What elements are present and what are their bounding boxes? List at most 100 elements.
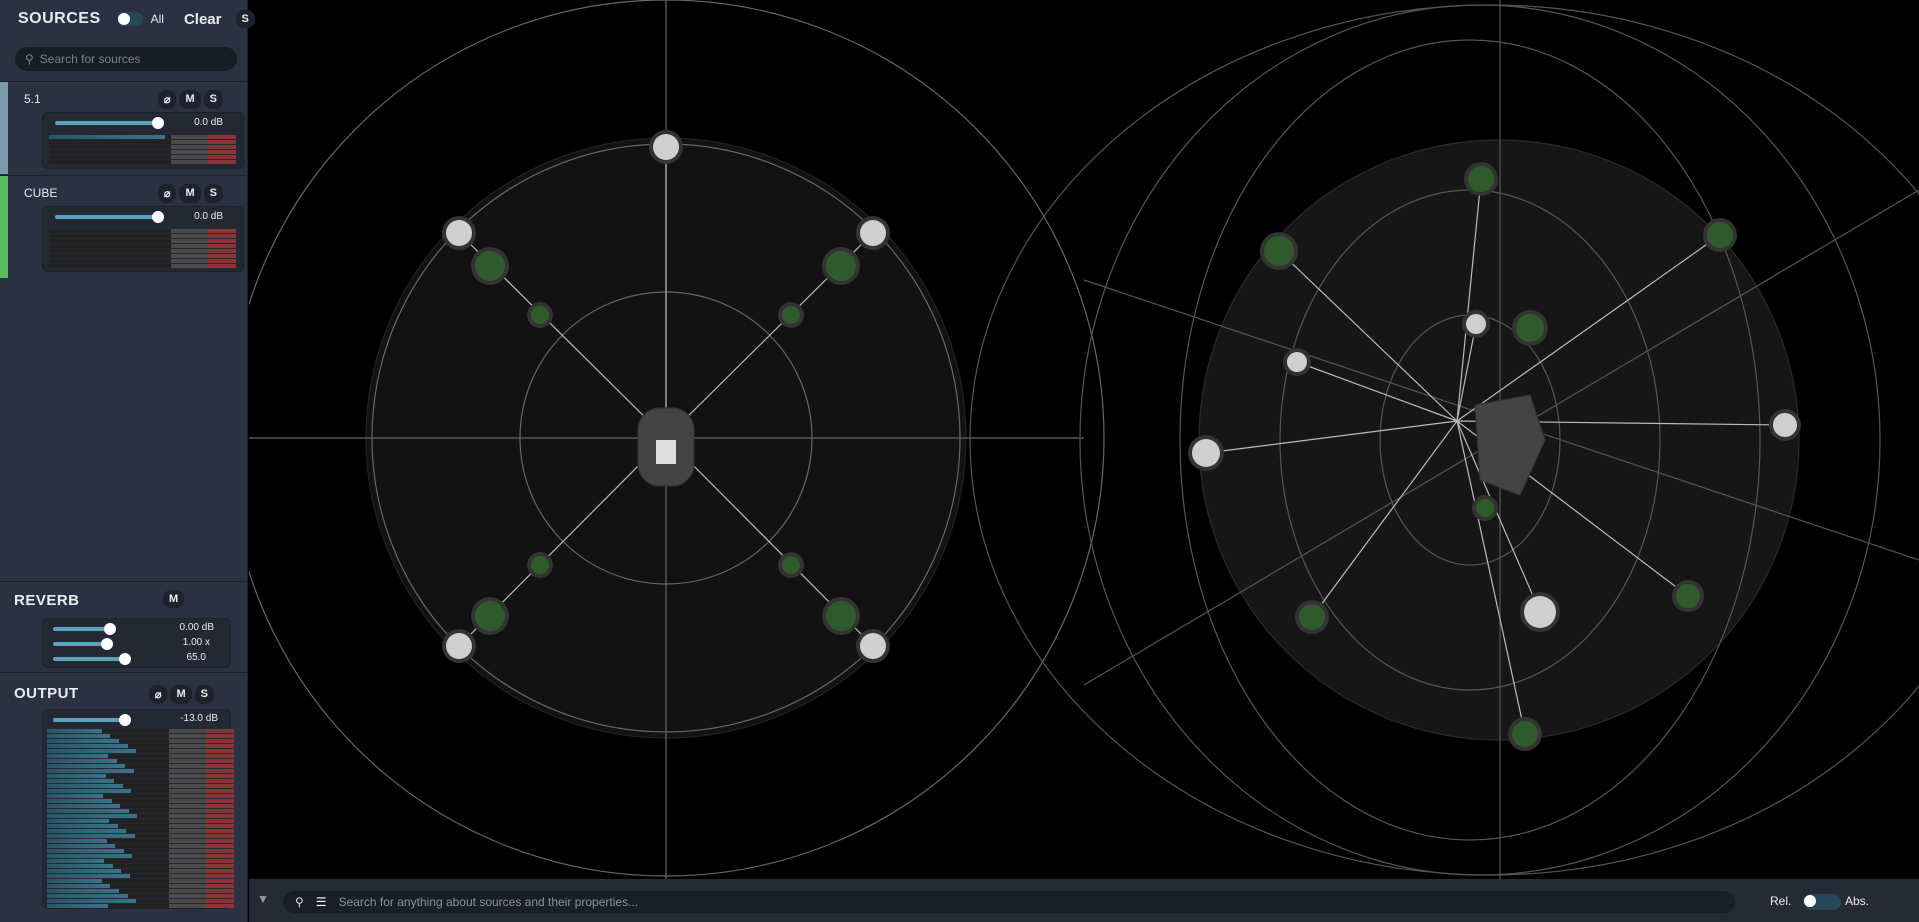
source-controls: 0.0 dB <box>42 112 244 169</box>
reverb-section: REVERB M 0.00 dB 1.00 x 65.0 <box>0 581 248 671</box>
source-item-5-1[interactable]: 5.1 ⌀ M S 0.0 dB <box>0 81 248 174</box>
speaker-5-1[interactable] <box>446 633 472 659</box>
gain-slider[interactable] <box>55 117 164 129</box>
gain-slider[interactable] <box>55 211 164 223</box>
speaker-5-1[interactable] <box>446 220 472 246</box>
solo-button[interactable]: S <box>203 90 223 109</box>
speaker-cube[interactable] <box>782 556 800 574</box>
meter-row <box>47 874 234 878</box>
global-search-placeholder: Search for anything about sources and th… <box>338 895 639 909</box>
menu-icon[interactable]: ☰ <box>316 895 327 909</box>
listener-face <box>656 440 676 464</box>
meter-row <box>47 899 234 903</box>
meter-row <box>47 749 234 753</box>
reverb-param-slider[interactable] <box>53 653 131 665</box>
slider-handle[interactable] <box>119 714 131 726</box>
meter-row <box>47 819 234 823</box>
speaker-cube[interactable] <box>1468 166 1494 192</box>
output-phase-button[interactable]: ⌀ <box>148 685 168 704</box>
sidebar: SOURCES All Clear S ⚲ Search for sources… <box>0 0 255 922</box>
meter-row <box>47 869 234 873</box>
output-mute-button[interactable]: M <box>170 685 192 704</box>
reverb-time-slider[interactable] <box>53 638 113 650</box>
meter-row <box>47 894 234 898</box>
slider-handle[interactable] <box>152 117 164 129</box>
speaker-5-1[interactable] <box>1524 596 1556 628</box>
source-item-cube[interactable]: CUBE ⌀ M S 0.0 dB <box>0 175 248 278</box>
meter-row <box>49 239 236 243</box>
mute-button[interactable]: M <box>179 184 201 203</box>
speaker-5-1[interactable] <box>1773 413 1797 437</box>
meter-row <box>47 784 234 788</box>
speaker-cube[interactable] <box>1676 584 1700 608</box>
rel-abs-toggle[interactable] <box>1803 894 1841 910</box>
meter-row <box>47 884 234 888</box>
meter-row <box>49 254 236 258</box>
reverb-mute-button[interactable]: M <box>163 590 185 608</box>
output-gain-value: -13.0 dB <box>180 713 218 724</box>
global-search-input[interactable]: ⚲ ☰ Search for anything about sources an… <box>283 891 1735 913</box>
output-solo-button[interactable]: S <box>194 685 214 704</box>
source-controls: 0.0 dB <box>42 206 244 272</box>
all-toggle[interactable] <box>116 12 143 26</box>
speaker-cube[interactable] <box>1299 604 1325 630</box>
rel-label: Rel. <box>1770 894 1792 908</box>
output-level-meter <box>47 729 234 908</box>
meter-row <box>49 249 236 253</box>
speaker-5-1[interactable] <box>653 134 679 160</box>
slider-handle[interactable] <box>101 638 113 650</box>
sources-header: SOURCES All Clear S <box>18 10 255 28</box>
meter-row <box>47 794 234 798</box>
search-icon: ⚲ <box>295 895 304 909</box>
slider-handle[interactable] <box>152 211 164 223</box>
speaker-cube[interactable] <box>1707 222 1733 248</box>
speaker-cube[interactable] <box>1264 236 1294 266</box>
speaker-cube[interactable] <box>1476 499 1494 517</box>
meter-row <box>47 864 234 868</box>
speaker-cube[interactable] <box>475 251 505 281</box>
speaker-cube[interactable] <box>1516 314 1544 342</box>
speaker-cube[interactable] <box>1512 721 1538 747</box>
meter-row <box>47 759 234 763</box>
meter-row <box>47 809 234 813</box>
clear-button[interactable]: Clear <box>184 11 222 28</box>
speaker-cube[interactable] <box>826 251 856 281</box>
meter-row <box>47 804 234 808</box>
meter-row <box>47 844 234 848</box>
meter-row <box>49 160 236 164</box>
speaker-5-1[interactable] <box>860 220 886 246</box>
search-icon: ⚲ <box>25 52 34 66</box>
meter-row <box>49 264 236 268</box>
output-gain-slider[interactable] <box>53 714 131 726</box>
meter-row <box>49 244 236 248</box>
meter-row <box>47 849 234 853</box>
speaker-cube[interactable] <box>475 601 505 631</box>
speaker-5-1[interactable] <box>1192 439 1220 467</box>
slider-handle[interactable] <box>119 653 131 665</box>
speaker-5-1[interactable] <box>1287 352 1307 372</box>
meter-row <box>49 155 236 159</box>
speaker-cube[interactable] <box>826 601 856 631</box>
spatial-view[interactable] <box>249 0 1919 879</box>
bottom-bar: ▼ ⚲ ☰ Search for anything about sources … <box>249 879 1919 922</box>
mute-button[interactable]: M <box>179 90 201 109</box>
phase-button[interactable]: ⌀ <box>157 184 177 203</box>
phase-button[interactable]: ⌀ <box>157 90 177 109</box>
reverb-gain-slider[interactable] <box>53 623 116 635</box>
collapse-triangle-icon[interactable]: ▼ <box>257 892 269 906</box>
level-meter <box>49 229 236 268</box>
speaker-cube[interactable] <box>531 556 549 574</box>
speaker-cube[interactable] <box>782 306 800 324</box>
meter-row <box>49 145 236 149</box>
output-controls: -13.0 dB <box>42 709 234 909</box>
perspective-view <box>969 0 1919 879</box>
source-color-stripe <box>0 82 8 174</box>
source-search-input[interactable]: ⚲ Search for sources <box>15 47 237 71</box>
meter-row <box>47 829 234 833</box>
speaker-5-1[interactable] <box>1466 314 1486 334</box>
meter-row <box>47 854 234 858</box>
slider-handle[interactable] <box>104 623 116 635</box>
solo-button[interactable]: S <box>203 184 223 203</box>
speaker-cube[interactable] <box>531 306 549 324</box>
speaker-5-1[interactable] <box>860 633 886 659</box>
